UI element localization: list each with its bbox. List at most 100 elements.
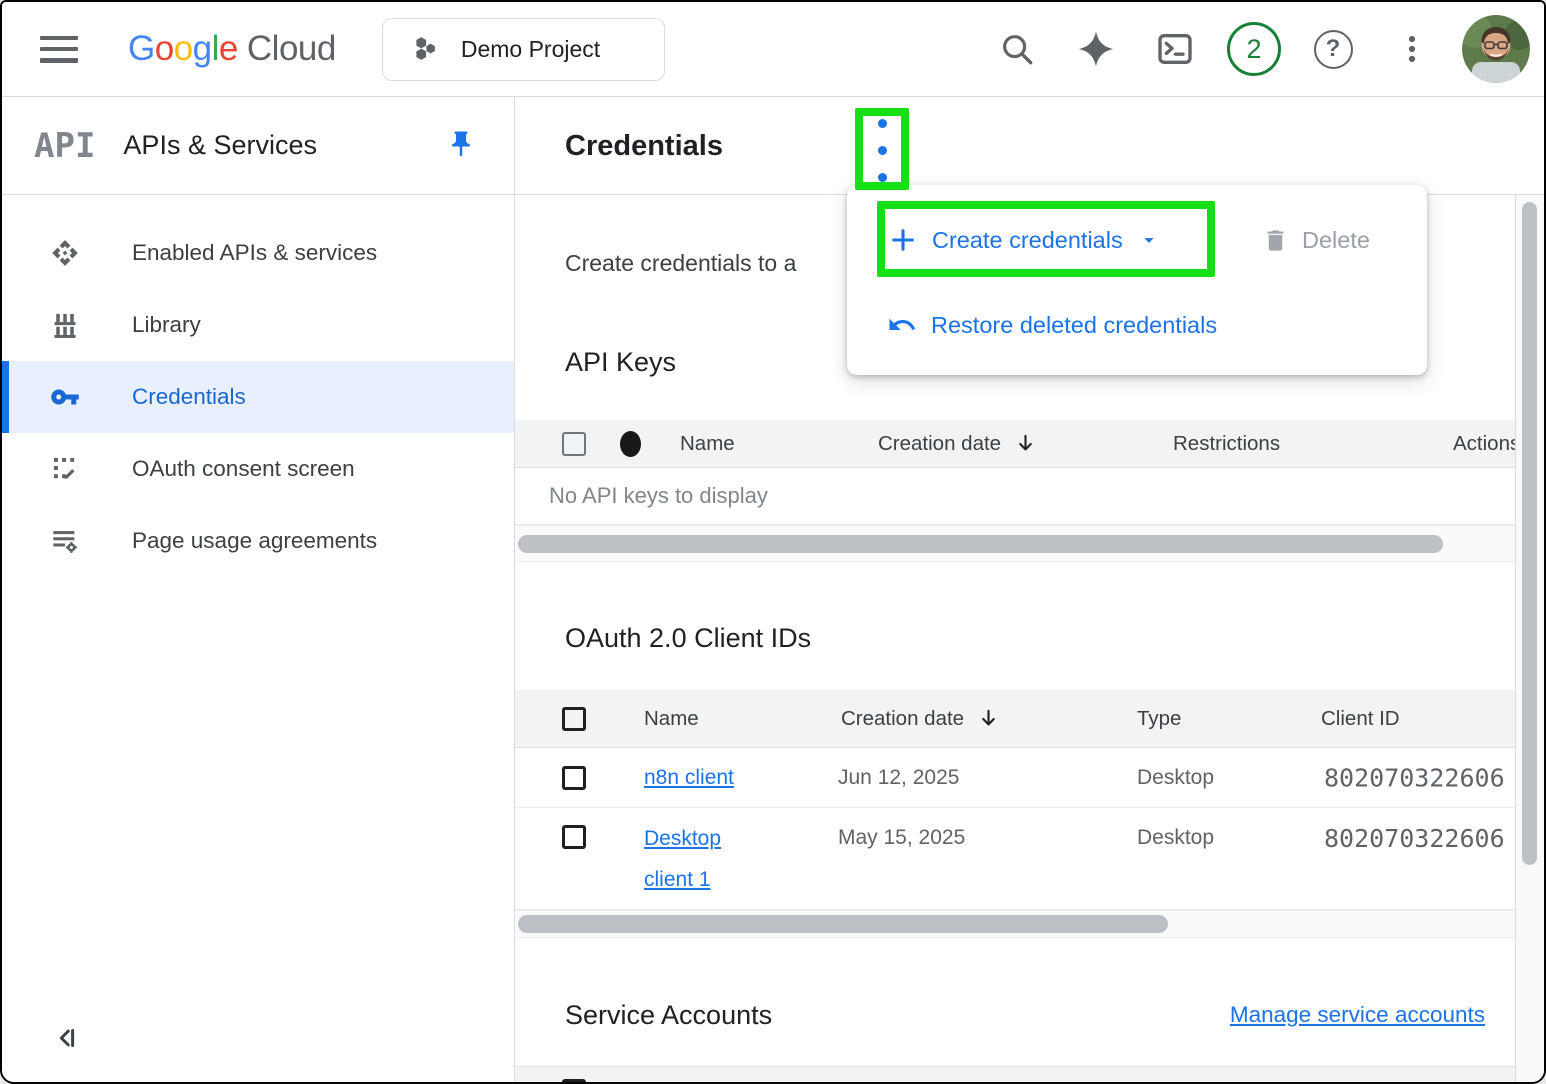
sort-descending-icon [977,707,1000,730]
client-name-link[interactable]: Desktop client 1 [644,818,759,900]
topbar-actions: 2 ? [988,15,1530,83]
client-id-value: 802070322606 [1324,763,1505,792]
sidebar-item-credentials[interactable]: Credentials [2,361,514,433]
pin-icon [446,129,476,159]
sidebar-nav: Enabled APIs & services Library [2,195,514,577]
delete-menu-item-disabled[interactable]: Delete [1262,185,1370,295]
manage-service-accounts-link[interactable]: Manage service accounts [1230,1002,1485,1028]
column-header-name[interactable]: Name [680,432,735,456]
delete-label: Delete [1302,227,1370,254]
notifications-badge-icon: 2 [1227,22,1281,76]
sidebar-item-label: OAuth consent screen [132,456,355,482]
cloud-shell-icon [1155,29,1195,69]
logo-letter: G [128,29,155,69]
vertical-scrollbar-thumb[interactable] [1522,202,1537,865]
restore-deleted-credentials-menu-item[interactable]: Restore deleted credentials [887,285,1217,365]
sidebar-header: API APIs & Services [2,97,514,195]
api-product-logo: API [34,126,95,166]
client-name-link[interactable]: n8n client [644,766,734,790]
oauth-client-row: Desktop client 1 May 15, 2025 Desktop 80… [515,808,1515,910]
creation-date-value: Jun 12, 2025 [838,766,959,790]
logo-letter: o [174,29,193,69]
library-icon [50,310,80,340]
column-header-creation-date[interactable]: Creation date [841,707,1000,731]
select-all-checkbox[interactable] [562,1079,586,1082]
project-name: Demo Project [461,36,600,63]
creation-date-value: May 15, 2025 [838,826,965,850]
pin-button[interactable] [446,129,476,163]
sidebar-item-library[interactable]: Library [2,289,514,361]
column-header-restrictions[interactable]: Restrictions [1173,432,1280,456]
avatar-photo [1462,15,1530,83]
search-button[interactable] [988,20,1046,78]
sidebar-item-enabled-apis[interactable]: Enabled APIs & services [2,217,514,289]
logo-letter: e [219,29,238,69]
select-all-checkbox[interactable] [562,432,586,456]
user-avatar[interactable] [1462,15,1530,83]
sidebar-item-label: Credentials [132,384,246,410]
row-checkbox[interactable] [562,766,586,790]
logo-suffix: Cloud [247,29,336,69]
logo-letter: o [155,29,174,69]
vertical-scrollbar-track [1515,195,1544,1082]
project-picker-icon [410,34,440,64]
sidebar-item-label: Page usage agreements [132,528,377,554]
column-header-client-id[interactable]: Client ID [1321,707,1400,731]
enabled-apis-icon [50,238,80,268]
oauth-client-row: n8n client Jun 12, 2025 Desktop 80207032… [515,748,1515,808]
column-header-name[interactable]: Name [644,707,699,731]
page-actions-dropdown: Create credentials Delete Restore delete… [847,185,1427,375]
sidebar-item-label: Enabled APIs & services [132,240,377,266]
service-accounts-table-header [515,1066,1515,1082]
api-keys-hscrollbar [515,525,1515,562]
page-actions-kebab-button[interactable] [861,110,903,184]
main-content: Credentials Create credentials to a API … [515,97,1544,1082]
intro-text: Create credentials to a [565,250,796,277]
sort-descending-icon [1014,432,1037,455]
gemini-assistant-button[interactable] [1067,20,1125,78]
help-button[interactable]: ? [1304,20,1362,78]
column-header-type[interactable]: Type [1137,707,1181,731]
create-credentials-menu-item[interactable]: Create credentials [889,185,1160,295]
select-all-checkbox[interactable] [562,707,586,731]
help-icon: ? [1314,30,1353,69]
black-circle-badge [620,431,641,457]
collapse-sidebar-icon [52,1023,82,1053]
notifications-button[interactable]: 2 [1225,20,1283,78]
more-vert-icon [1395,32,1429,66]
project-picker-button[interactable]: Demo Project [382,18,665,81]
undo-icon [887,310,917,340]
column-header-creation-date[interactable]: Creation date [878,432,1037,456]
google-cloud-logo[interactable]: Google Cloud [128,29,336,69]
main-menu-icon[interactable] [40,36,78,63]
more-options-button[interactable] [1383,20,1441,78]
type-value: Desktop [1137,766,1214,790]
page-header: Credentials [515,97,1544,195]
api-keys-hscrollbar-thumb[interactable] [518,535,1443,553]
row-checkbox[interactable] [562,825,586,849]
client-id-value: 802070322606 [1324,824,1505,853]
page-title: Credentials [565,97,723,195]
sidebar-item-page-usage[interactable]: Page usage agreements [2,505,514,577]
caret-down-icon [1138,229,1160,251]
oauth-table-header: Name Creation date Type Client ID [515,690,1515,748]
gemini-sparkle-icon [1076,29,1116,69]
sidebar: API APIs & Services Enabled APIs & servi… [2,97,515,1082]
logo-letter: g [193,29,212,69]
google-cloud-console-window: Google Cloud Demo Project [0,0,1546,1084]
sidebar-item-oauth-consent[interactable]: OAuth consent screen [2,433,514,505]
oauth-hscrollbar [515,910,1515,938]
cloud-shell-button[interactable] [1146,20,1204,78]
empty-state-text: No API keys to display [549,483,768,509]
sidebar-title: APIs & Services [123,130,317,161]
oauth-hscrollbar-thumb[interactable] [518,915,1168,933]
notification-count: 2 [1246,34,1261,65]
page-usage-icon [50,526,80,556]
plus-icon [889,226,917,254]
kebab-menu-icon [878,119,887,128]
api-keys-table-header: Name Creation date Restrictions Actions [515,420,1515,468]
trash-icon [1262,227,1289,254]
column-header-actions[interactable]: Actions [1453,432,1515,456]
oauth-consent-icon [50,454,80,484]
collapse-sidebar-button[interactable] [52,1023,82,1056]
